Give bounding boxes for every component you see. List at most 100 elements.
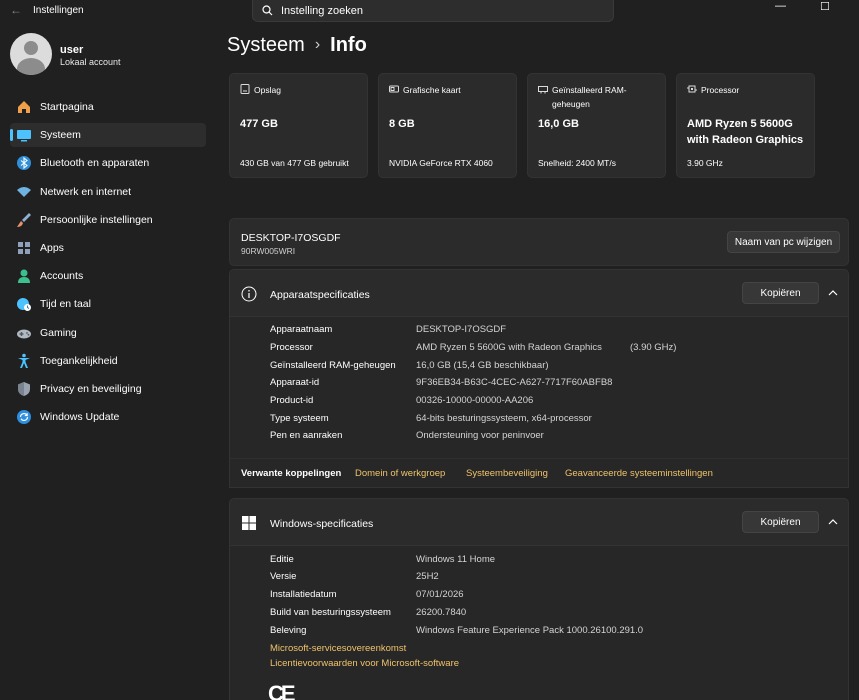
device-specs-title: Apparaatspecificaties (270, 289, 370, 301)
processor-card[interactable]: Processor AMD Ryzen 5 5600G with Radeon … (676, 73, 815, 178)
sidebar-item-label: Netwerk en internet (40, 185, 132, 198)
windows-specs-header[interactable]: Windows-specificaties Kopiëren (229, 498, 849, 546)
back-arrow-icon[interactable]: ← (10, 3, 22, 17)
ram-card[interactable]: Geïnstalleerd RAM-geheugen 16,0 GB Snelh… (527, 73, 666, 178)
domain-workgroup-link[interactable]: Domein of werkgroep (355, 468, 445, 479)
ram-icon (538, 86, 548, 94)
related-links: Verwante koppelingen Domein of werkgroep… (229, 458, 849, 488)
shield-icon (18, 381, 30, 396)
system-protection-link[interactable]: Systeembeveiliging (466, 468, 548, 479)
sidebar-item-label: Persoonlijke instellingen (40, 213, 153, 226)
accessibility-icon (18, 353, 30, 368)
avatar[interactable] (10, 33, 52, 75)
sidebar-item-windows-update[interactable]: Windows Update (10, 405, 206, 429)
pc-name-panel: DESKTOP-I7OSGDF 90RW005WRI Naam van pc w… (229, 218, 849, 266)
search-box[interactable] (252, 0, 614, 22)
windows-specs-body: Editie Windows 11 Home Versie 25H2 Install… (229, 546, 849, 700)
spec-key: Beleving (270, 625, 307, 636)
info-icon (241, 286, 257, 302)
spec-value: 25H2 (416, 571, 439, 582)
copy-device-specs-button[interactable]: Kopiëren (742, 282, 819, 304)
graphics-card[interactable]: Grafische kaart 8 GB NVIDIA GeForce RTX … (378, 73, 517, 178)
storage-icon (240, 84, 250, 94)
copy-windows-specs-button[interactable]: Kopiëren (742, 511, 819, 533)
monitor-icon (17, 130, 31, 142)
card-value: 16,0 GB (538, 118, 579, 130)
globe-clock-icon (17, 298, 31, 312)
device-specs-header[interactable]: Apparaatspecificaties Kopiëren (229, 269, 849, 317)
sidebar-item-toegankelijkheid[interactable]: Toegankelijkheid (10, 349, 206, 373)
user-name: user (60, 44, 84, 56)
spec-value: AMD Ryzen 5 5600G with Radeon Graphics (416, 342, 602, 353)
storage-card[interactable]: Opslag 477 GB 430 GB van 477 GB gebruikt (229, 73, 368, 178)
bluetooth-icon (17, 156, 31, 171)
user-account-type: Lokaal account (60, 57, 121, 67)
wifi-icon (17, 186, 31, 197)
spec-value: Windows 11 Home (416, 554, 496, 565)
title-bar: ← Instellingen — ☐ (0, 0, 859, 22)
sidebar-item-accounts[interactable]: Accounts (10, 264, 206, 288)
sidebar-item-persoonlijk[interactable]: Persoonlijke instellingen (10, 208, 206, 232)
sidebar-item-apps[interactable]: Apps (10, 236, 206, 260)
home-icon (18, 101, 30, 113)
minimize-button[interactable]: — (775, 0, 786, 12)
sidebar-item-startpagina[interactable]: Startpagina (10, 95, 206, 119)
sidebar-item-label: Tijd en taal (40, 298, 91, 311)
app-title: Instellingen (33, 5, 84, 16)
spec-key: Pen en aanraken (270, 430, 343, 441)
spec-extra: (3.90 GHz) (630, 342, 677, 353)
cpu-icon (687, 85, 697, 93)
sidebar-item-label: Bluetooth en apparaten (40, 157, 150, 170)
search-input[interactable] (281, 3, 601, 19)
sidebar-item-tijd-en-taal[interactable]: Tijd en taal (10, 292, 206, 316)
sidebar-item-privacy[interactable]: Privacy en beveiliging (10, 377, 206, 401)
card-subtext: Snelheid: 2400 MT/s (538, 158, 616, 168)
breadcrumb-parent[interactable]: Systeem (227, 34, 305, 56)
sidebar-item-bluetooth[interactable]: Bluetooth en apparaten (10, 151, 206, 175)
spec-value: 16,0 GB (15,4 GB beschikbaar) (416, 360, 549, 371)
maximize-button[interactable]: ☐ (820, 0, 830, 13)
sidebar-item-label: Toegankelijkheid (40, 354, 118, 367)
advanced-system-settings-link[interactable]: Geavanceerde systeeminstellingen (565, 468, 713, 479)
spec-key: Geïnstalleerd RAM-geheugen (270, 360, 396, 371)
spec-value: 26200.7840 (416, 607, 467, 618)
breadcrumb: Systeem › Info (227, 34, 367, 57)
spec-key: Versie (270, 571, 297, 582)
spec-key: Build van besturingssysteem (270, 607, 391, 618)
gpu-icon (389, 85, 399, 93)
sidebar-item-netwerk[interactable]: Netwerk en internet (10, 180, 206, 204)
spec-value: 00326-10000-00000-AA206 (416, 395, 534, 406)
search-icon (262, 5, 273, 16)
card-caption: Grafische kaart (403, 85, 461, 95)
license-terms-link[interactable]: Licentievoorwaarden voor Microsoft-softw… (270, 658, 459, 669)
update-icon (17, 410, 31, 425)
sidebar-item-label: Privacy en beveiliging (40, 382, 142, 395)
device-specs-body: Apparaatnaam DESKTOP-I7OSGDF Processor AMD… (229, 317, 849, 458)
spec-value: 9F36EB34-B63C-4CEC-A627-7717F60ABFB8 (416, 377, 613, 388)
spec-key: Installatiedatum (270, 589, 337, 600)
rename-pc-button[interactable]: Naam van pc wijzigen (727, 231, 840, 253)
windows-logo-icon (242, 516, 256, 530)
spec-value: Ondersteuning voor peninvoer (416, 430, 544, 441)
spec-key: Editie (270, 554, 294, 565)
spec-key: Processor (270, 342, 313, 353)
card-value: 477 GB (240, 118, 278, 130)
services-agreement-link[interactable]: Microsoft-servicesovereenkomst (270, 643, 406, 654)
spec-key: Product-id (270, 395, 314, 406)
card-value: 8 GB (389, 118, 415, 130)
spec-value: 07/01/2026 (416, 589, 464, 600)
sidebar-item-gaming[interactable]: Gaming (10, 321, 206, 345)
spec-key: Apparaatnaam (270, 324, 333, 335)
windows-specs-title: Windows-specificaties (270, 518, 374, 530)
spec-key: Apparaat-id (270, 377, 320, 388)
card-subtext: 3.90 GHz (687, 158, 723, 168)
related-links-label: Verwante koppelingen (241, 468, 342, 479)
chevron-up-icon[interactable] (828, 517, 838, 527)
sidebar-item-systeem[interactable]: Systeem (10, 123, 206, 148)
chevron-up-icon[interactable] (828, 288, 838, 298)
pc-model: 90RW005WRI (241, 246, 296, 256)
paintbrush-icon (17, 212, 31, 227)
sidebar-item-label: Systeem (40, 129, 81, 142)
spec-value: Windows Feature Experience Pack 1000.261… (416, 625, 644, 636)
card-subtext: 430 GB van 477 GB gebruikt (240, 158, 349, 168)
